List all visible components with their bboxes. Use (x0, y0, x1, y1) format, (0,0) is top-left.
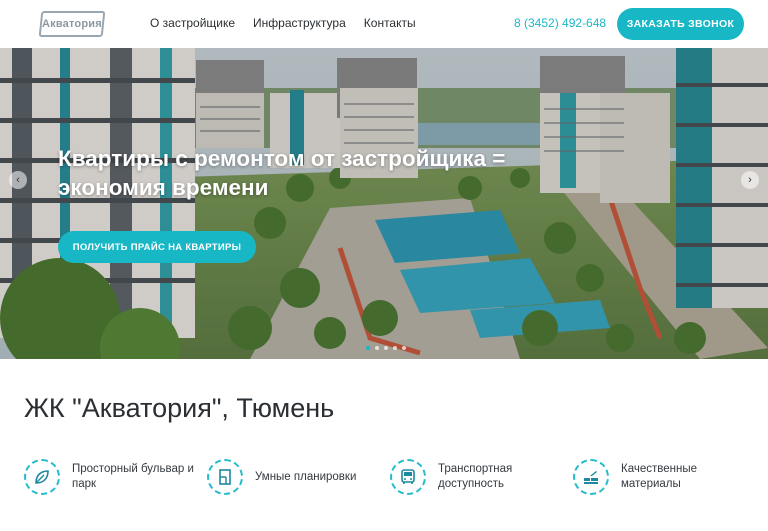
nav-item-developer[interactable]: О застройщике (150, 16, 235, 30)
feature-label: Качественные материалы (621, 463, 697, 490)
features-list: Просторный бульвар и парк Умные планиров… (24, 456, 744, 498)
slider-dot[interactable] (375, 346, 379, 350)
slider-dot[interactable] (384, 346, 388, 350)
site-header: Акватория О застройщике Инфраструктура К… (0, 0, 768, 48)
chevron-right-icon: › (748, 174, 752, 186)
floor-plan-icon (207, 459, 243, 495)
feature-item-transport: Транспортная доступность (390, 456, 563, 498)
request-call-button[interactable]: ЗАКАЗАТЬ ЗВОНОК (617, 8, 744, 40)
slider-next-button[interactable]: › (741, 171, 759, 189)
nav-item-infrastructure[interactable]: Инфраструктура (253, 16, 346, 30)
logo[interactable]: Акватория (38, 11, 106, 37)
slider-dot[interactable] (402, 346, 406, 350)
slider-prev-button[interactable]: ‹ (9, 171, 27, 189)
hero-slider: Квартиры с ремонтом от застройщика = эко… (0, 48, 768, 359)
feature-label: Умные планировки (255, 470, 357, 483)
get-price-button[interactable]: ПОЛУЧИТЬ ПРАЙС НА КВАРТИРЫ (58, 231, 256, 263)
feature-label: Транспортная доступность (438, 463, 513, 490)
slider-dots (366, 346, 406, 350)
bus-icon (390, 459, 426, 495)
feature-item-boulevard: Просторный бульвар и парк (24, 456, 197, 498)
chevron-left-icon: ‹ (16, 174, 20, 186)
hero-title-line-1: Квартиры с ремонтом от застройщика = (58, 146, 506, 171)
slider-dot[interactable] (366, 346, 370, 350)
main-nav: О застройщике Инфраструктура Контакты (150, 16, 416, 30)
hero-title: Квартиры с ремонтом от застройщика = эко… (58, 144, 618, 202)
logo-text: Акватория (42, 18, 102, 30)
slider-dot[interactable] (393, 346, 397, 350)
feature-label: Просторный бульвар и парк (72, 463, 194, 490)
phone-link[interactable]: 8 (3452) 492-648 (514, 16, 606, 30)
nav-item-contacts[interactable]: Контакты (364, 16, 416, 30)
feature-item-materials: Качественные материалы (573, 456, 746, 498)
page-title: ЖК "Акватория", Тюмень (24, 393, 335, 423)
bricks-trowel-icon (573, 459, 609, 495)
leaf-icon (24, 459, 60, 495)
feature-item-layouts: Умные планировки (207, 456, 380, 498)
hero-title-line-2: экономия времени (58, 175, 269, 200)
hero-image (0, 48, 768, 359)
